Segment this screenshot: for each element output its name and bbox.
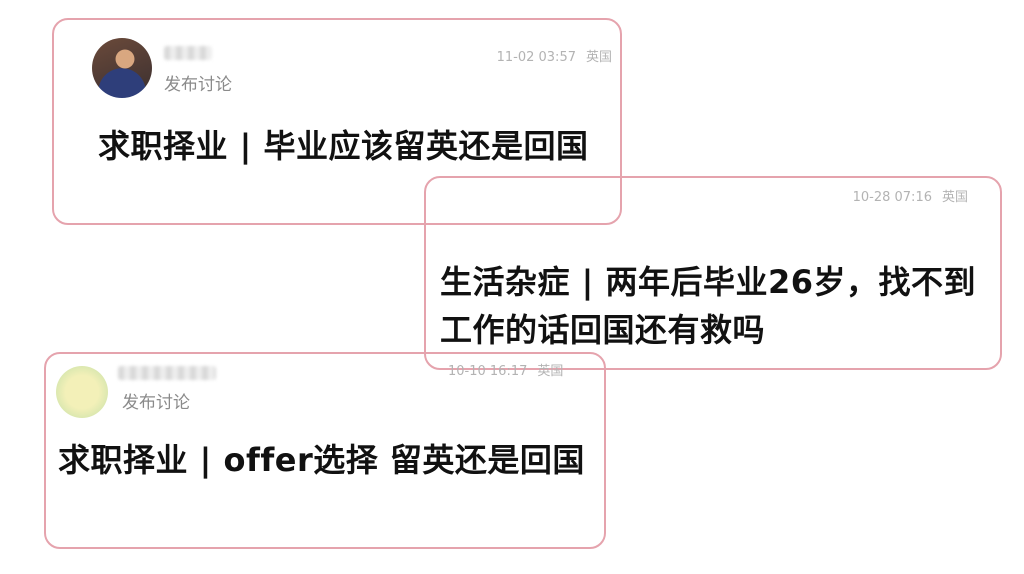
avatar[interactable] <box>56 366 108 418</box>
post-card[interactable]: 10-28 07:16 英国 生活杂症 | 两年后毕业26岁，找不到工作的话回国还… <box>424 176 1002 370</box>
post-location: 英国 <box>941 190 968 205</box>
post-time: 11-02 03:57 <box>496 50 576 65</box>
post-action-label: 发布讨论 <box>164 75 232 95</box>
post-card[interactable]: 发布讨论 10-10 16:17 英国 求职择业 | offer选择 留英还是回国 <box>44 352 606 549</box>
post-title[interactable]: 求职择业 | offer选择 留英还是回国 <box>58 436 598 484</box>
post-title[interactable]: 求职择业 | 毕业应该留英还是回国 <box>98 122 618 170</box>
post-meta: 10-10 16:17 英国 <box>448 360 563 379</box>
post-time: 10-28 07:16 <box>852 190 932 205</box>
post-action-label: 发布讨论 <box>122 393 190 413</box>
post-location: 英国 <box>585 50 612 65</box>
post-meta: 10-28 07:16 英国 <box>853 186 968 205</box>
username-redacted <box>118 366 216 380</box>
username-redacted <box>164 46 212 60</box>
post-meta: 11-02 03:57 英国 <box>497 46 612 65</box>
avatar[interactable] <box>92 38 152 98</box>
post-title[interactable]: 生活杂症 | 两年后毕业26岁，找不到工作的话回国还有救吗 <box>440 258 980 354</box>
post-location: 英国 <box>537 364 564 379</box>
post-time: 10-10 16:17 <box>448 364 528 379</box>
